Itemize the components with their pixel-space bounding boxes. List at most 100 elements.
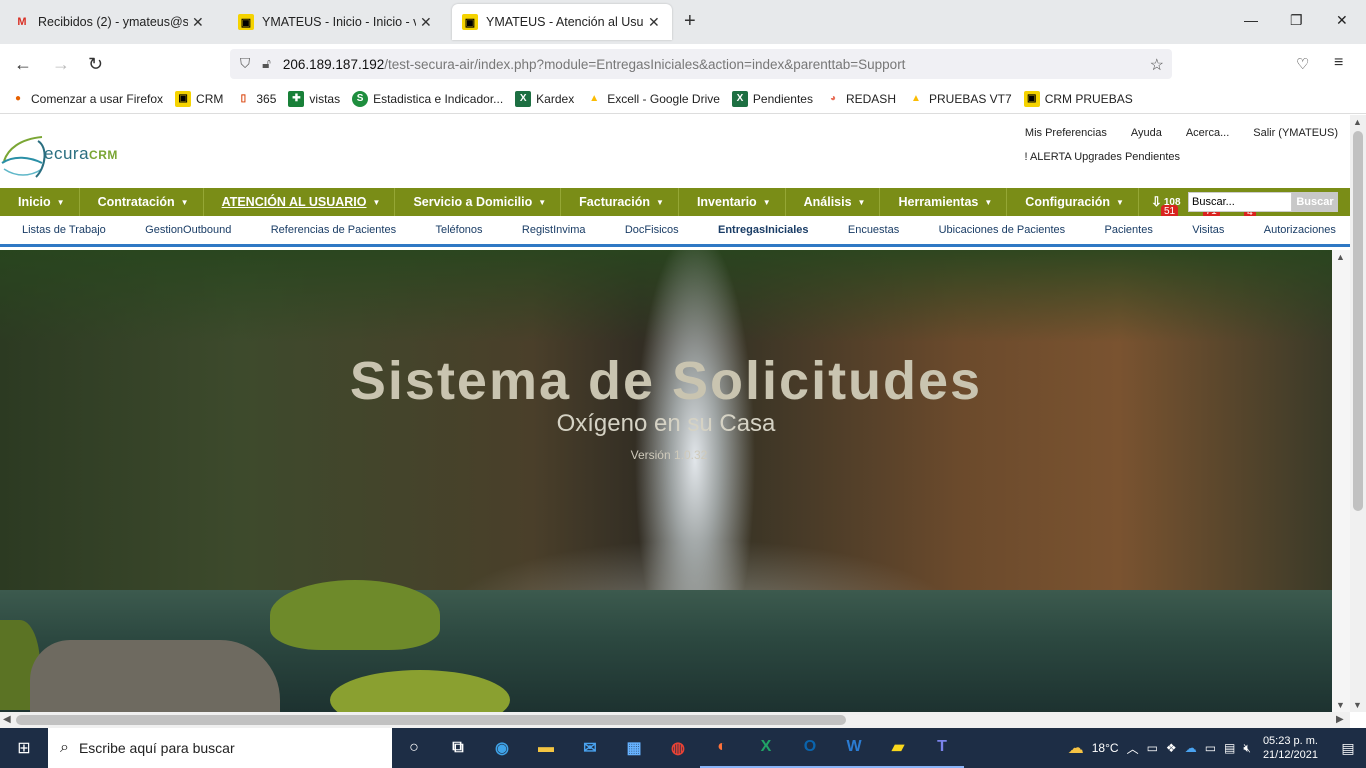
bookmark-item[interactable]: ● Comenzar a usar Firefox xyxy=(10,91,163,107)
bookmark-item[interactable]: ◕ REDASH xyxy=(825,91,896,107)
notifications-icon[interactable]: ▤ xyxy=(1330,740,1366,757)
outlook-icon[interactable]: O xyxy=(788,728,832,768)
vertical-scrollbar[interactable]: ▲ ▼ xyxy=(1350,115,1366,712)
cortana-icon[interactable]: ○ xyxy=(392,728,436,768)
submenu-entregas-iniciales[interactable]: EntregasIniciales xyxy=(718,224,809,236)
firefox-icon[interactable]: ◐ xyxy=(700,728,744,768)
submenu-gestion-outbound[interactable]: GestionOutbound xyxy=(145,224,231,236)
horizontal-scrollbar[interactable]: ◀ ▶ xyxy=(0,712,1350,728)
caret-down-icon: ▼ xyxy=(1116,197,1124,207)
preferences-link[interactable]: Mis Preferencias xyxy=(1025,127,1107,139)
tab-vtiger-inicio[interactable]: ▣ YMATEUS - Inicio - Inicio - vtiger ✕ xyxy=(228,4,444,40)
submenu-ubicaciones-pacientes[interactable]: Ubicaciones de Pacientes xyxy=(939,224,1066,236)
shield-icon[interactable]: ⛉ xyxy=(240,56,250,72)
file-explorer-icon[interactable]: ▬ xyxy=(524,728,568,768)
menu-icon[interactable]: ≡ xyxy=(1334,54,1343,72)
bookmark-item[interactable]: ▣ CRM PRUEBAS xyxy=(1023,90,1133,107)
about-link[interactable]: Acerca... xyxy=(1186,127,1229,139)
camera-icon[interactable]: ▭ xyxy=(1147,741,1158,755)
submenu-regist-invima[interactable]: RegistInvima xyxy=(522,224,586,236)
scroll-left-icon[interactable]: ◀ xyxy=(3,714,11,725)
submenu-encuestas[interactable]: Encuestas xyxy=(848,224,899,236)
forward-arrow-icon[interactable]: → xyxy=(52,54,70,75)
close-icon[interactable]: ✕ xyxy=(420,14,434,31)
bookmark-item[interactable]: S Estadistica e Indicador... xyxy=(352,90,503,107)
battery-icon[interactable]: ▭ xyxy=(1205,741,1216,755)
scroll-right-icon[interactable]: ▶ xyxy=(1336,714,1344,725)
weather-icon[interactable]: ☁ xyxy=(1068,738,1084,758)
address-bar[interactable]: ⛉ 🔓︎ 206.189.187.192/test-secura-air/ind… xyxy=(230,49,1172,79)
bookmark-item[interactable]: ✚ vistas xyxy=(288,90,340,107)
submenu-pacientes[interactable]: Pacientes xyxy=(1105,224,1153,236)
bookmark-star-icon[interactable]: ☆ xyxy=(1150,55,1164,75)
bookmark-item[interactable]: X Kardex xyxy=(515,90,574,107)
menu-herramientas[interactable]: Herramientas ▼ xyxy=(880,188,1008,216)
bookmark-item[interactable]: ▲ PRUEBAS VT7 xyxy=(908,91,1012,107)
speaker-muted-icon[interactable]: 🔇︎ xyxy=(1243,741,1251,756)
submenu-referencias-pacientes[interactable]: Referencias de Pacientes xyxy=(271,224,396,236)
submenu-listas-trabajo[interactable]: Listas de Trabajo xyxy=(22,224,106,236)
taskbar-clock[interactable]: 05:23 p. m. 21/12/2021 xyxy=(1263,734,1318,762)
edge-icon[interactable]: ◉ xyxy=(480,728,524,768)
windows-start-icon[interactable]: ⊞ xyxy=(0,728,48,768)
search-input[interactable] xyxy=(1188,192,1292,212)
scroll-up-icon[interactable]: ▲ xyxy=(1336,252,1345,262)
taskbar-search[interactable]: ⌕ Escribe aquí para buscar xyxy=(48,728,392,768)
submenu-telefonos[interactable]: Teléfonos xyxy=(435,224,482,236)
menu-analisis[interactable]: Análisis ▼ xyxy=(786,188,881,216)
menu-inicio[interactable]: Inicio ▼ xyxy=(0,188,80,216)
word-icon[interactable]: W xyxy=(832,728,876,768)
network-icon[interactable]: ▤ xyxy=(1224,741,1235,755)
mail-icon[interactable]: ✉ xyxy=(568,728,612,768)
chrome-icon[interactable]: ◍ xyxy=(656,728,700,768)
search-icon: ⌕ xyxy=(60,739,69,756)
minimize-icon[interactable]: — xyxy=(1244,12,1258,28)
store-icon[interactable]: ▦ xyxy=(612,728,656,768)
menu-inventario[interactable]: Inventario ▼ xyxy=(679,188,786,216)
back-arrow-icon[interactable]: ← xyxy=(14,54,32,75)
chevron-up-icon[interactable]: ︿ xyxy=(1127,740,1139,757)
submenu-autorizaciones[interactable]: Autorizaciones xyxy=(1264,224,1336,236)
scroll-down-icon[interactable]: ▼ xyxy=(1353,700,1362,710)
tab-title: YMATEUS - Atención al Usuario xyxy=(486,15,644,29)
new-tab-button[interactable]: + xyxy=(684,10,696,33)
scroll-thumb[interactable] xyxy=(1353,131,1363,511)
menu-atencion-usuario[interactable]: ATENCIÓN AL USUARIO ▼ xyxy=(204,188,396,216)
bookmark-item[interactable]: X Pendientes xyxy=(731,90,813,107)
scroll-up-icon[interactable]: ▲ xyxy=(1353,117,1362,127)
submenu-doc-fisicos[interactable]: DocFisicos xyxy=(625,224,679,236)
crm-page: ecuraCRM Mis Preferencias Ayuda Acerca..… xyxy=(0,115,1350,712)
menu-facturacion[interactable]: Facturación ▼ xyxy=(561,188,679,216)
restore-icon[interactable]: ❐ xyxy=(1290,12,1303,29)
scroll-down-icon[interactable]: ▼ xyxy=(1336,700,1345,710)
close-window-icon[interactable]: ✕ xyxy=(1336,12,1348,29)
bookmark-item[interactable]: ▲ Excell - Google Drive xyxy=(586,91,720,107)
teams-icon[interactable]: T xyxy=(920,728,964,768)
close-icon[interactable]: ✕ xyxy=(648,14,662,31)
submenu-visitas[interactable]: Visitas xyxy=(1192,224,1224,236)
scroll-thumb[interactable] xyxy=(16,715,846,725)
onedrive-icon[interactable]: ☁ xyxy=(1185,741,1197,755)
close-icon[interactable]: ✕ xyxy=(192,14,206,31)
bookmark-item[interactable]: ▯ 365 xyxy=(235,91,277,107)
logout-link[interactable]: Salir (YMATEUS) xyxy=(1253,127,1338,139)
tab-gmail[interactable]: M Recibidos (2) - ymateus@secura ✕ xyxy=(4,4,216,40)
help-link[interactable]: Ayuda xyxy=(1131,127,1162,139)
bookmark-item[interactable]: ▣ CRM xyxy=(175,90,223,107)
search-button[interactable]: Buscar xyxy=(1292,192,1338,212)
menu-configuracion[interactable]: Configuración ▼ xyxy=(1007,188,1139,216)
insecure-lock-icon[interactable]: 🔓︎ xyxy=(262,56,271,72)
tab-atencion-usuario[interactable]: ▣ YMATEUS - Atención al Usuario ✕ xyxy=(452,4,672,40)
dropbox-icon[interactable]: ❖ xyxy=(1166,741,1177,755)
menu-contratacion[interactable]: Contratación ▼ xyxy=(80,188,204,216)
frame-scrollbar[interactable]: ▲ ▼ xyxy=(1332,250,1350,712)
inbox-badge[interactable]: ⇩ 108 51 xyxy=(1151,194,1181,218)
task-view-icon[interactable]: ⧉ xyxy=(436,728,480,768)
excel-icon[interactable]: X xyxy=(744,728,788,768)
pocket-icon[interactable]: ♡ xyxy=(1296,55,1309,73)
temperature[interactable]: 18°C xyxy=(1092,741,1119,755)
upgrade-alert[interactable]: ! ALERTA Upgrades Pendientes xyxy=(1024,151,1180,163)
menu-servicio-domicilio[interactable]: Servicio a Domicilio ▼ xyxy=(395,188,562,216)
sticky-notes-icon[interactable]: ▰ xyxy=(876,728,920,768)
reload-icon[interactable]: ↻ xyxy=(88,54,103,75)
